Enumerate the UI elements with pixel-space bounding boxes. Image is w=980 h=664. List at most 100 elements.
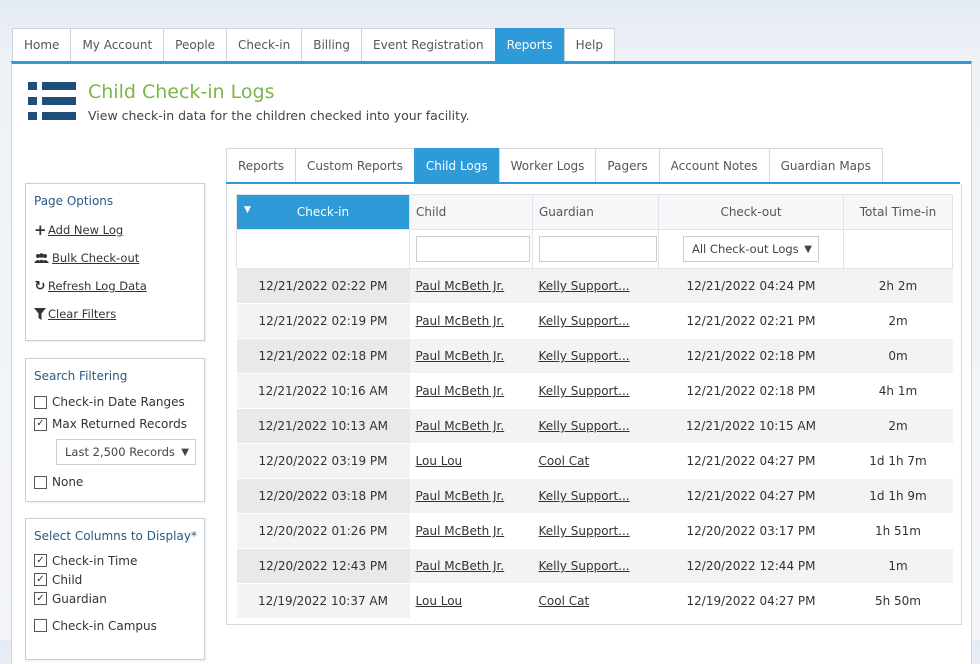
none-option[interactable]: None bbox=[34, 471, 204, 493]
none-checkbox[interactable] bbox=[34, 475, 47, 489]
nav-tab-help[interactable]: Help bbox=[563, 28, 615, 63]
child-cell-link[interactable]: Paul McBeth Jr. bbox=[416, 349, 505, 363]
guardian-cell-link[interactable]: Kelly Support... bbox=[539, 559, 630, 573]
date-ranges-checkbox[interactable] bbox=[34, 395, 47, 409]
column-option-child[interactable]: ✓ Child bbox=[34, 570, 204, 589]
column-header-guardian[interactable]: Guardian bbox=[532, 194, 659, 230]
guardian-cell-link[interactable]: Kelly Support... bbox=[539, 279, 630, 293]
table-row[interactable]: 12/21/2022 10:13 AM Paul McBeth Jr. Kelly … bbox=[236, 408, 953, 444]
table-row[interactable]: 12/20/2022 12:43 PM Paul McBeth Jr. Kelly … bbox=[236, 548, 953, 584]
table-row[interactable]: 12/20/2022 03:18 PM Paul McBeth Jr. Kelly … bbox=[236, 478, 953, 514]
child-cell-link[interactable]: Paul McBeth Jr. bbox=[416, 384, 505, 398]
child-cell-link[interactable]: Paul McBeth Jr. bbox=[416, 559, 505, 573]
child-filter-input[interactable] bbox=[416, 236, 530, 262]
tab-guardian-maps[interactable]: Guardian Maps bbox=[768, 148, 883, 184]
guardian-cell-link[interactable]: Kelly Support... bbox=[539, 349, 630, 363]
check-in-time-cell: 12/20/2022 03:18 PM bbox=[236, 478, 410, 514]
refresh-log-data-label: Refresh Log Data bbox=[48, 279, 147, 293]
column-header-check-in[interactable]: ▼ Check-in bbox=[236, 194, 410, 230]
max-records-label: Max Returned Records bbox=[52, 417, 187, 431]
clear-filters-link[interactable]: Clear Filters bbox=[34, 300, 204, 328]
nav-tab-event-registration[interactable]: Event Registration bbox=[361, 28, 495, 63]
column-option-check-in-campus[interactable]: Check-in Campus bbox=[34, 616, 204, 635]
records-select[interactable]: Last 2,500 Records ▼ bbox=[56, 439, 196, 465]
table-row[interactable]: 12/20/2022 03:19 PM Lou Lou Cool Cat 12/21/… bbox=[236, 443, 953, 479]
check-out-time-cell: 12/21/2022 04:24 PM bbox=[658, 268, 844, 304]
column-header-check-out[interactable]: Check-out bbox=[658, 194, 844, 230]
nav-tab-people[interactable]: People bbox=[163, 28, 227, 63]
tab-child-logs[interactable]: Child Logs bbox=[413, 148, 499, 184]
guardian-cell-link[interactable]: Kelly Support... bbox=[539, 384, 630, 398]
bulk-check-out-link[interactable]: Bulk Check-out bbox=[34, 244, 204, 272]
nav-tab-billing[interactable]: Billing bbox=[301, 28, 362, 63]
add-new-log-link[interactable]: + Add New Log bbox=[34, 216, 204, 244]
guardian-cell: Kelly Support... bbox=[532, 268, 659, 304]
guardian-cell-link[interactable]: Kelly Support... bbox=[539, 524, 630, 538]
check-in-time-cell: 12/21/2022 02:18 PM bbox=[236, 338, 410, 374]
add-new-log-label: Add New Log bbox=[48, 223, 124, 237]
logs-table-body: 12/21/2022 02:22 PM Paul McBeth Jr. Kelly … bbox=[236, 268, 953, 619]
column-label: Guardian bbox=[52, 591, 107, 606]
date-ranges-option[interactable]: Check-in Date Ranges bbox=[34, 391, 204, 413]
child-cell: Paul McBeth Jr. bbox=[409, 478, 533, 514]
max-records-option[interactable]: ✓ Max Returned Records bbox=[34, 413, 204, 435]
guardian-cell-link[interactable]: Cool Cat bbox=[539, 594, 590, 608]
guardian-cell-link[interactable]: Kelly Support... bbox=[539, 489, 630, 503]
guardian-cell-link[interactable]: Kelly Support... bbox=[539, 419, 630, 433]
nav-tab-my-account[interactable]: My Account bbox=[70, 28, 164, 63]
refresh-log-data-link[interactable]: ↻ Refresh Log Data bbox=[34, 272, 204, 300]
tab-pagers[interactable]: Pagers bbox=[595, 148, 659, 184]
table-row[interactable]: 12/21/2022 10:16 AM Paul McBeth Jr. Kelly … bbox=[236, 373, 953, 409]
refresh-icon: ↻ bbox=[34, 278, 46, 294]
check-out-time-cell: 12/20/2022 12:44 PM bbox=[658, 548, 844, 584]
caret-down-icon: ▼ bbox=[804, 243, 812, 255]
logs-table-container: ▼ Check-in Child Guardian Check-out Tota… bbox=[226, 184, 962, 625]
check-out-filter-select[interactable]: All Check-out Logs ▼ bbox=[683, 236, 819, 262]
column-checkbox[interactable]: ✓ bbox=[34, 554, 47, 567]
tab-account-notes[interactable]: Account Notes bbox=[658, 148, 769, 184]
child-cell-link[interactable]: Paul McBeth Jr. bbox=[416, 419, 505, 433]
column-checkbox[interactable] bbox=[34, 619, 47, 632]
guardian-cell: Kelly Support... bbox=[532, 513, 659, 549]
column-header-child[interactable]: Child bbox=[409, 194, 533, 230]
check-in-time-cell: 12/19/2022 10:37 AM bbox=[236, 583, 410, 619]
child-cell-link[interactable]: Lou Lou bbox=[416, 594, 463, 608]
guardian-cell-link[interactable]: Cool Cat bbox=[539, 454, 590, 468]
guardian-cell: Cool Cat bbox=[532, 443, 659, 479]
column-checkbox[interactable]: ✓ bbox=[34, 573, 47, 586]
total-time-cell: 2h 2m bbox=[843, 268, 953, 304]
table-row[interactable]: 12/21/2022 02:18 PM Paul McBeth Jr. Kelly … bbox=[236, 338, 953, 374]
table-row[interactable]: 12/20/2022 01:26 PM Paul McBeth Jr. Kelly … bbox=[236, 513, 953, 549]
column-option-check-in-time[interactable]: ✓ Check-in Time bbox=[34, 551, 204, 570]
nav-tab-home[interactable]: Home bbox=[12, 28, 71, 63]
logs-table: ▼ Check-in Child Guardian Check-out Tota… bbox=[236, 194, 953, 619]
clear-filters-label: Clear Filters bbox=[48, 307, 117, 321]
table-row[interactable]: 12/21/2022 02:19 PM Paul McBeth Jr. Kelly … bbox=[236, 303, 953, 339]
child-cell-link[interactable]: Paul McBeth Jr. bbox=[416, 314, 505, 328]
bulk-check-out-label: Bulk Check-out bbox=[52, 251, 140, 265]
tab-worker-logs[interactable]: Worker Logs bbox=[498, 148, 596, 184]
tab-reports[interactable]: Reports bbox=[226, 148, 296, 184]
child-cell-link[interactable]: Paul McBeth Jr. bbox=[416, 524, 505, 538]
guardian-filter-input[interactable] bbox=[539, 236, 657, 262]
check-out-filter-value: All Check-out Logs bbox=[692, 242, 799, 256]
column-option-guardian[interactable]: ✓ Guardian bbox=[34, 589, 204, 608]
column-label: Check-in Time bbox=[52, 553, 138, 568]
filter-cell-child bbox=[409, 229, 533, 269]
nav-tab-reports[interactable]: Reports bbox=[494, 28, 564, 64]
page-title: Child Check-in Logs bbox=[88, 81, 275, 103]
column-header-total-time[interactable]: Total Time-in bbox=[843, 194, 953, 230]
tab-custom-reports[interactable]: Custom Reports bbox=[295, 148, 414, 184]
child-cell-link[interactable]: Paul McBeth Jr. bbox=[416, 279, 505, 293]
guardian-cell-link[interactable]: Kelly Support... bbox=[539, 314, 630, 328]
child-cell-link[interactable]: Paul McBeth Jr. bbox=[416, 489, 505, 503]
max-records-checkbox[interactable]: ✓ bbox=[34, 417, 47, 431]
check-in-time-cell: 12/21/2022 02:19 PM bbox=[236, 303, 410, 339]
column-checkbox[interactable]: ✓ bbox=[34, 592, 47, 605]
total-time-cell: 1m bbox=[843, 548, 953, 584]
table-row[interactable]: 12/19/2022 10:37 AM Lou Lou Cool Cat 12/19/… bbox=[236, 583, 953, 619]
child-cell-link[interactable]: Lou Lou bbox=[416, 454, 463, 468]
check-out-time-cell: 12/21/2022 02:18 PM bbox=[658, 338, 844, 374]
nav-tab-check-in[interactable]: Check-in bbox=[226, 28, 302, 63]
table-row[interactable]: 12/21/2022 02:22 PM Paul McBeth Jr. Kelly … bbox=[236, 268, 953, 304]
